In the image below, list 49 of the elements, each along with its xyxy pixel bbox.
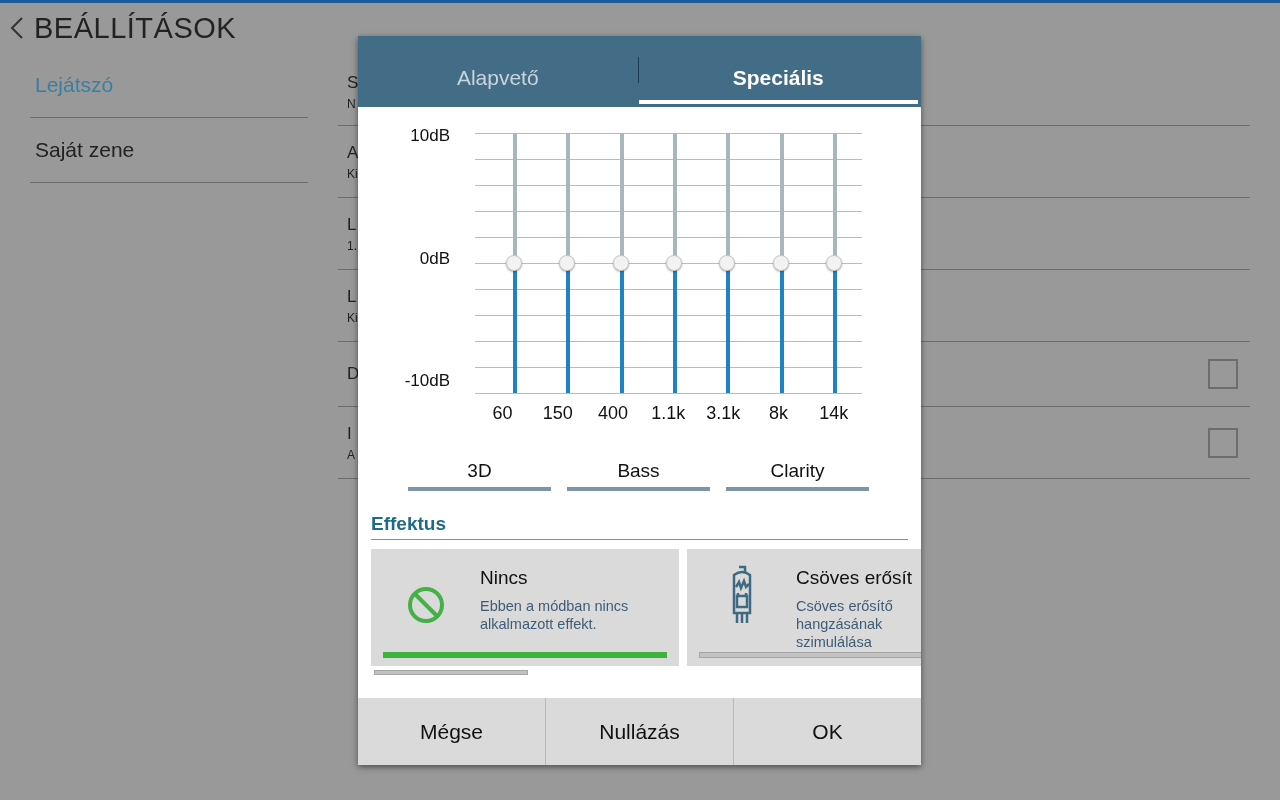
effect-toggle[interactable]: 3D [408, 454, 551, 491]
page-title: BEÁLLÍTÁSOK [34, 11, 237, 45]
setting-title: D [347, 364, 360, 384]
effect-description: Ebben a módban nincs alkalmazott effekt. [480, 597, 630, 633]
setting-title: S [347, 73, 359, 93]
scale-label: 0dB [419, 248, 450, 269]
setting-title: A [347, 142, 359, 163]
effect-title: Nincs [480, 567, 529, 589]
effect-description: Csöves erősítő hangzásának szimulálása [796, 597, 894, 651]
dialog-button[interactable]: OK [733, 698, 921, 765]
slider-thumb[interactable] [719, 255, 736, 271]
section-title: Effektus [371, 513, 908, 540]
setting-title: L [347, 214, 357, 235]
checkbox[interactable] [1208, 359, 1238, 389]
prohibited-icon [405, 585, 446, 625]
effect-toggle[interactable]: Bass [567, 454, 710, 491]
back-icon[interactable] [10, 16, 24, 40]
frequency-label: 14k [818, 403, 850, 424]
slider-thumb[interactable] [559, 255, 576, 271]
effect-card[interactable]: Csöves erősít Csöves erősítő hangzásának szimulálása [687, 549, 921, 666]
setting-title: I [347, 423, 353, 444]
slider-thumb[interactable] [826, 255, 843, 271]
sidebar-item[interactable]: Saját zene [30, 118, 308, 183]
setting-title: L [347, 286, 358, 307]
frequency-label: 8k [768, 403, 790, 424]
tab[interactable]: Speciális [638, 56, 918, 104]
setting-summary: Ki [347, 166, 359, 181]
setting-summary: A [347, 447, 355, 462]
frequency-label: 1.1k [650, 403, 687, 424]
tab[interactable]: Alapvető [358, 56, 638, 104]
setting-summary: N [347, 97, 357, 111]
dialog-button[interactable]: Mégse [358, 698, 545, 765]
slider-thumb[interactable] [665, 255, 682, 271]
slider-thumb[interactable] [505, 255, 522, 271]
dialog-button[interactable]: Nullázás [545, 698, 733, 765]
setting-summary: 1. [347, 238, 357, 253]
effect-title: Csöves erősít [796, 567, 914, 589]
effect-toggle[interactable]: Clarity [726, 454, 869, 491]
frequency-label: 400 [596, 403, 629, 424]
checkbox[interactable] [1208, 427, 1238, 458]
scale-label: 10dB [410, 126, 450, 146]
frequency-label: 150 [541, 403, 574, 424]
scale-label: -10dB [404, 371, 450, 391]
setting-summary: Ki [347, 310, 358, 325]
frequency-label: 60 [491, 403, 514, 424]
slider-thumb[interactable] [612, 255, 629, 271]
frequency-label: 3.1k [705, 403, 742, 424]
slider-thumb[interactable] [772, 255, 789, 271]
effect-card[interactable]: Nincs Ebben a módban nincs alkalmazott effekt. [371, 549, 679, 666]
